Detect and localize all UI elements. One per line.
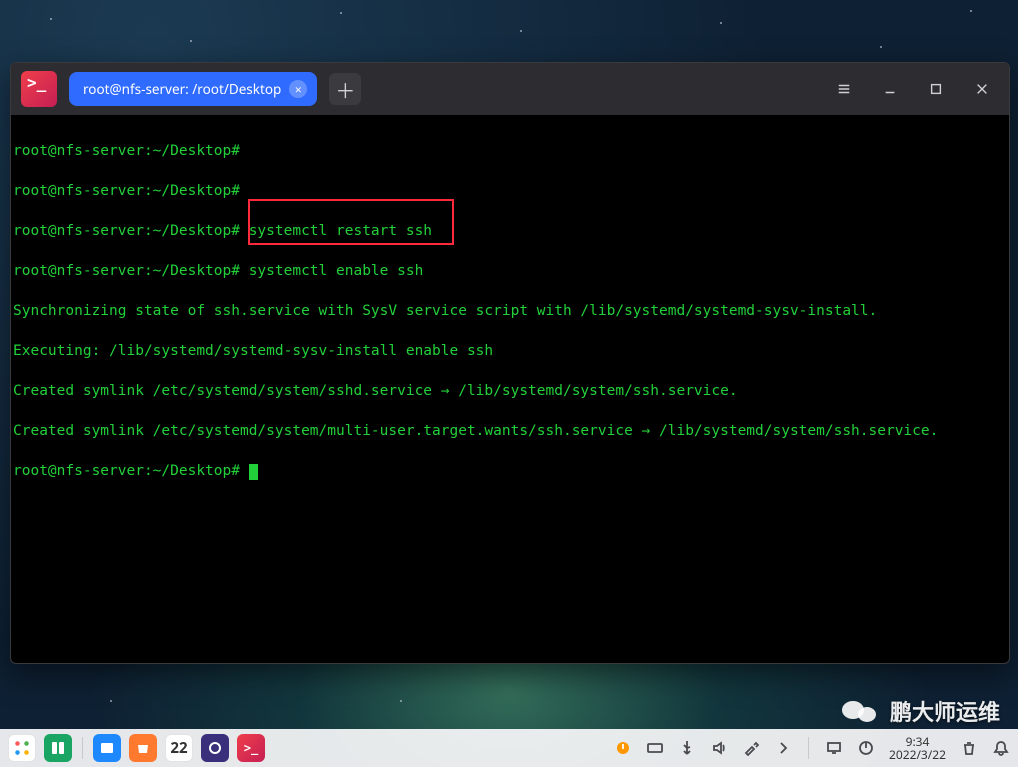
terminal-line: root@nfs-server:~/Desktop# systemctl ena… bbox=[13, 261, 1007, 281]
watermark: 鹏大师运维 bbox=[842, 695, 1000, 727]
taskbar: 22 >_ 9:34 2022/3/22 bbox=[0, 729, 1018, 767]
minimize-button[interactable] bbox=[873, 72, 907, 106]
titlebar[interactable]: root@nfs-server: /root/Desktop × ＋ bbox=[11, 63, 1009, 115]
maximize-button[interactable] bbox=[919, 72, 953, 106]
tray-keyboard-icon[interactable] bbox=[646, 739, 664, 757]
terminal-taskbar-icon[interactable]: >_ bbox=[237, 734, 265, 762]
calendar-day: 22 bbox=[170, 738, 187, 758]
terminal-tab[interactable]: root@nfs-server: /root/Desktop × bbox=[69, 72, 317, 106]
terminal-line: root@nfs-server:~/Desktop# bbox=[13, 141, 1007, 161]
tray-volume-icon[interactable] bbox=[710, 739, 728, 757]
multitask-icon[interactable] bbox=[44, 734, 72, 762]
tray-power-icon[interactable] bbox=[857, 739, 875, 757]
menu-button[interactable] bbox=[827, 72, 861, 106]
terminal-line: root@nfs-server:~/Desktop# bbox=[13, 461, 1007, 481]
taskbar-separator bbox=[82, 737, 83, 759]
tray-desktop-icon[interactable] bbox=[825, 739, 843, 757]
settings-icon[interactable] bbox=[201, 734, 229, 762]
calendar-icon[interactable]: 22 bbox=[165, 734, 193, 762]
tab-title: root@nfs-server: /root/Desktop bbox=[83, 80, 281, 98]
terminal-window: root@nfs-server: /root/Desktop × ＋ root@… bbox=[10, 62, 1010, 664]
system-tray: 9:34 2022/3/22 bbox=[614, 735, 1010, 761]
tab-close-button[interactable]: × bbox=[289, 80, 307, 98]
close-button[interactable] bbox=[965, 72, 999, 106]
terminal-line: Executing: /lib/systemd/systemd-sysv-ins… bbox=[13, 341, 1007, 361]
launcher-icon[interactable] bbox=[8, 734, 36, 762]
terminal-line: root@nfs-server:~/Desktop# systemctl res… bbox=[13, 221, 1007, 241]
clock-date: 2022/3/22 bbox=[889, 748, 946, 761]
terminal-body[interactable]: root@nfs-server:~/Desktop# root@nfs-serv… bbox=[11, 115, 1009, 547]
file-manager-icon[interactable] bbox=[93, 734, 121, 762]
tray-eyedropper-icon[interactable] bbox=[742, 739, 760, 757]
terminal-cursor bbox=[249, 464, 258, 480]
terminal-line: root@nfs-server:~/Desktop# bbox=[13, 181, 1007, 201]
tray-chevron-right-icon[interactable] bbox=[774, 739, 792, 757]
tray-trash-icon[interactable] bbox=[960, 739, 978, 757]
tray-notification-icon[interactable] bbox=[992, 739, 1010, 757]
tray-update-icon[interactable] bbox=[614, 739, 632, 757]
terminal-line: Created symlink /etc/systemd/system/sshd… bbox=[13, 381, 1007, 401]
terminal-app-icon bbox=[21, 71, 57, 107]
tray-separator bbox=[808, 737, 809, 759]
watermark-text: 鹏大师运维 bbox=[890, 695, 1000, 727]
terminal-line: Created symlink /etc/systemd/system/mult… bbox=[13, 421, 1007, 441]
taskbar-clock[interactable]: 9:34 2022/3/22 bbox=[889, 735, 946, 761]
new-tab-button[interactable]: ＋ bbox=[329, 73, 361, 105]
tray-usb-icon[interactable] bbox=[678, 739, 696, 757]
wechat-icon bbox=[842, 697, 882, 725]
terminal-line: Synchronizing state of ssh.service with … bbox=[13, 301, 1007, 321]
app-store-icon[interactable] bbox=[129, 734, 157, 762]
